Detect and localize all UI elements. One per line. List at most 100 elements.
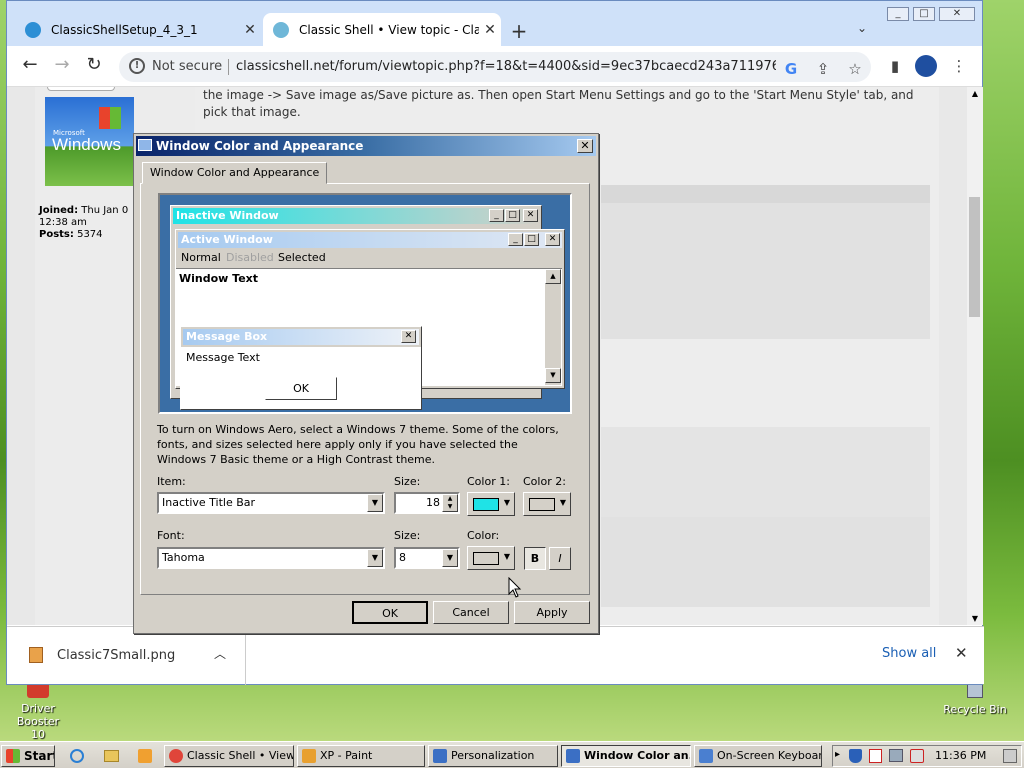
shield-icon[interactable] — [849, 749, 862, 763]
taskbar-paint[interactable]: XP - Paint — [297, 745, 425, 767]
forward-arrow-icon[interactable]: → — [51, 55, 73, 77]
scroll-down-icon[interactable]: ▼ — [967, 614, 983, 623]
taskbar-chrome[interactable]: Classic Shell • View... — [164, 745, 294, 767]
favicon-icon — [273, 21, 289, 38]
chevron-down-icon[interactable]: ▼ — [442, 549, 458, 567]
message-body: Message Text OK — [181, 347, 421, 409]
volume-muted-icon[interactable] — [910, 749, 924, 763]
maximize-button[interactable]: □ — [913, 7, 935, 21]
download-item-filename[interactable]: Classic7Small.png — [57, 648, 175, 663]
close-icon[interactable]: ✕ — [955, 644, 968, 662]
tab-strip: ClassicShellSetup_4_3_1 ✕ Classic Shell … — [7, 1, 982, 46]
tab-classic-shell-topic[interactable]: Classic Shell • View topic - Classi ✕ — [263, 13, 501, 46]
post-row-header — [601, 185, 930, 203]
show-all-link[interactable]: Show all — [882, 646, 936, 661]
ok-button[interactable]: OK — [352, 601, 428, 624]
font-color-swatch — [473, 552, 499, 565]
color1-button[interactable]: ▼ — [467, 492, 515, 516]
page-scrollbar[interactable]: ▲ ▼ — [967, 87, 983, 625]
folder-icon[interactable] — [104, 750, 119, 762]
font-select[interactable]: Tahoma ▼ — [157, 547, 385, 569]
chevron-down-icon[interactable]: ▼ — [367, 494, 383, 512]
taskbar-window-color[interactable]: Window Color an... — [561, 745, 691, 767]
google-lens-icon[interactable]: G — [781, 60, 801, 78]
preview-ok-button: OK — [265, 377, 337, 400]
chevron-down-icon[interactable]: ▼ — [367, 549, 383, 567]
post-row — [601, 517, 930, 607]
close-icon[interactable]: ✕ — [239, 22, 261, 38]
scroll-down-icon: ▼ — [545, 368, 561, 383]
item-size-label: Size: — [394, 475, 421, 488]
clock[interactable]: 11:36 PM — [935, 749, 986, 762]
mouse-cursor-icon — [508, 577, 522, 598]
appearance-preview: Inactive Window _ □ ✕ Active Window _ □ … — [158, 193, 572, 414]
menu-kebab-icon[interactable]: ⋮ — [949, 57, 969, 75]
posts-line: Posts: 5374 — [39, 229, 103, 240]
scroll-up-icon[interactable]: ▲ — [967, 89, 983, 98]
color2-swatch — [529, 498, 555, 511]
back-arrow-icon[interactable]: ← — [19, 55, 41, 77]
new-tab-button[interactable]: + — [509, 19, 529, 43]
media-player-icon[interactable] — [138, 749, 152, 763]
url-text[interactable]: classicshell.net/forum/viewtopic.php?f=1… — [236, 59, 776, 74]
chrome-icon — [169, 749, 183, 763]
taskbar-personalization[interactable]: Personalization — [428, 745, 558, 767]
chevron-down-icon: ▼ — [503, 552, 510, 561]
tray-expand-icon[interactable]: ▸ — [835, 749, 840, 760]
message-box-title: Message Box — [183, 329, 419, 345]
menu-selected: Selected — [278, 251, 326, 264]
info-warning-icon[interactable]: ! — [129, 58, 145, 74]
font-size-select[interactable]: 8 ▼ — [394, 547, 460, 569]
color1-label: Color 1: — [467, 475, 510, 488]
font-size-value: 8 — [399, 551, 406, 564]
window-color-icon — [566, 749, 580, 763]
maximize-icon: □ — [505, 209, 520, 222]
ie-icon[interactable] — [70, 749, 84, 763]
tab-classicshell-setup[interactable]: ClassicShellSetup_4_3_1 ✕ — [15, 13, 261, 46]
scroll-up-icon: ▲ — [545, 269, 561, 284]
network-icon[interactable] — [889, 749, 903, 762]
taskbar-onscreen-keyboard[interactable]: On-Screen Keyboard — [694, 745, 822, 767]
security-status[interactable]: Not secure — [152, 59, 222, 74]
minimize-icon: _ — [508, 233, 523, 246]
tab-search-chevron-icon[interactable]: ⌄ — [857, 21, 867, 35]
security-alert-icon[interactable] — [869, 749, 882, 763]
bold-toggle[interactable]: B — [524, 547, 546, 570]
reload-icon[interactable]: ↻ — [83, 55, 105, 77]
divider — [245, 627, 246, 685]
share-icon[interactable]: ⇪ — [813, 60, 833, 78]
dialog-title-bar[interactable]: Window Color and Appearance ✕ — [136, 136, 596, 156]
tab-window-color[interactable]: Window Color and Appearance — [142, 162, 328, 184]
chevron-up-icon[interactable]: ︿ — [214, 645, 226, 662]
address-bar[interactable]: ! Not secure classicshell.net/forum/view… — [119, 52, 871, 82]
italic-toggle[interactable]: I — [549, 547, 571, 570]
paint-icon — [302, 749, 316, 763]
joined-line: Joined: Thu Jan 0 — [39, 205, 129, 216]
close-window-button[interactable]: ✕ — [939, 7, 975, 21]
bookmark-star-icon[interactable]: ☆ — [845, 60, 865, 78]
side-panel-icon[interactable]: ▮ — [885, 57, 905, 75]
avatar-top-button[interactable] — [47, 87, 115, 91]
dialog-close-button[interactable]: ✕ — [577, 139, 593, 153]
desktop-icon-driver-booster[interactable]: Driver Booster 10 — [0, 680, 76, 741]
font-color-button[interactable]: ▼ — [467, 546, 515, 570]
item-size-spinner[interactable]: 18 ▲ ▼ — [394, 492, 460, 514]
desktop-icon-recycle-bin[interactable]: Recycle Bin — [940, 682, 1010, 716]
start-button[interactable]: Start — [1, 745, 55, 767]
spinner-arrows-icon[interactable]: ▲ ▼ — [442, 494, 458, 512]
item-select[interactable]: Inactive Title Bar ▼ — [157, 492, 385, 514]
divider — [228, 59, 229, 75]
taskbar: Start Classic Shell • View... XP - Paint… — [0, 741, 1024, 768]
apply-button[interactable]: Apply — [514, 601, 590, 624]
cancel-button[interactable]: Cancel — [433, 601, 509, 624]
color2-button[interactable]: ▼ — [523, 492, 571, 516]
scroll-thumb[interactable] — [969, 197, 980, 317]
window-text: Window Text — [179, 272, 259, 285]
menu-normal: Normal — [181, 251, 221, 264]
minimize-button[interactable]: _ — [887, 7, 909, 21]
close-icon[interactable]: ✕ — [479, 22, 501, 38]
png-file-icon — [29, 647, 43, 663]
profile-avatar[interactable] — [915, 55, 937, 77]
tab-title: Classic Shell • View topic - Classi — [299, 22, 479, 37]
action-center-icon[interactable] — [1003, 749, 1017, 763]
